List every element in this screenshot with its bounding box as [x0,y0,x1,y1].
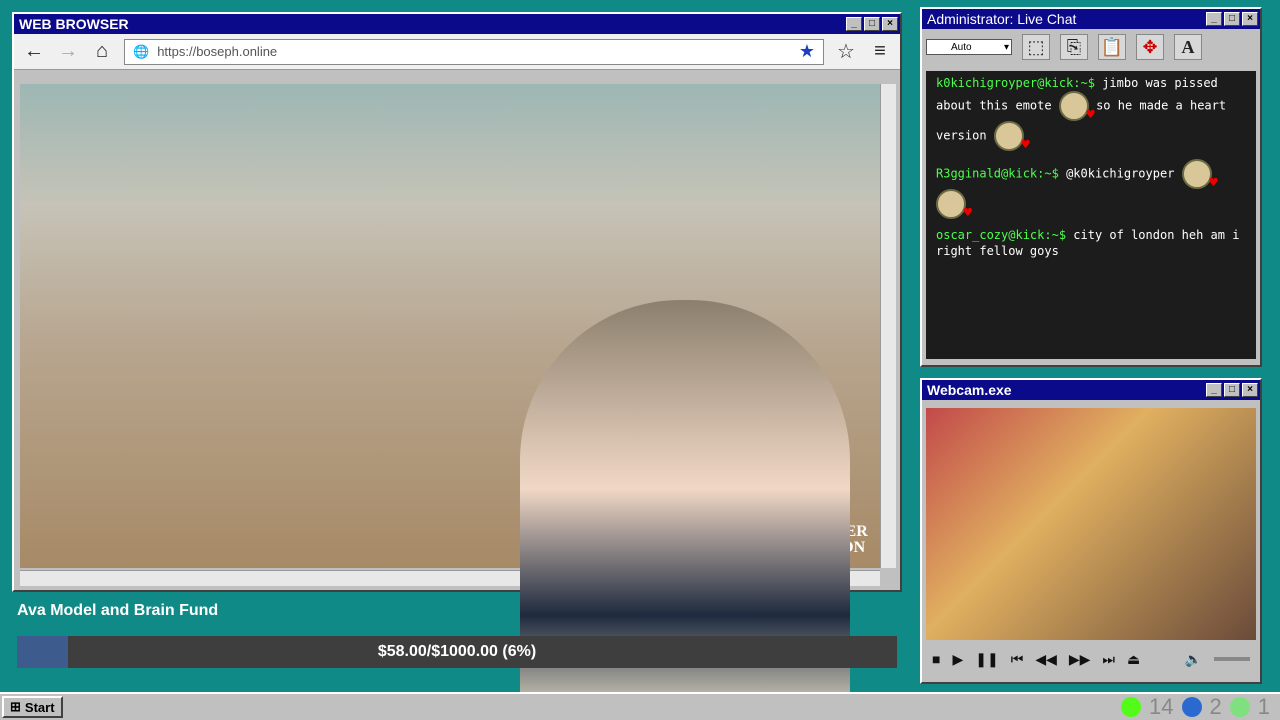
minimize-button[interactable]: _ [1206,383,1222,397]
paste-icon[interactable]: 📋 [1098,34,1126,60]
eject-icon[interactable]: ⏏ [1127,651,1140,668]
chat-message: R3gginald@kick:~$ @k0kichigroyper [936,159,1246,221]
volume-icon[interactable]: 🔈 [1185,651,1202,668]
webcam-titlebar[interactable]: Webcam.exe _ □ × [922,380,1260,400]
play-icon[interactable]: ▶ [952,651,963,668]
chat-toolbar: Auto ▾ ⬚ ⎘ 📋 ✥ A [922,29,1260,65]
chat-titlebar[interactable]: Administrator: Live Chat _ □ × [922,9,1260,29]
rewind-icon[interactable]: ◀◀ [1035,651,1057,668]
maximize-button[interactable]: □ [1224,12,1240,26]
skip-back-icon[interactable]: ⏮ [1011,651,1024,668]
tray-count-3: 1 [1257,694,1270,719]
font-size-select[interactable]: Auto ▾ [926,39,1012,55]
tray-count-2: 2 [1209,694,1222,719]
back-arrow-icon[interactable]: ← [22,40,46,63]
forward-arrow-icon[interactable]: → [56,40,80,63]
maximize-button[interactable]: □ [1224,383,1240,397]
heart-emote-icon [993,121,1030,153]
browser-title: WEB BROWSER [19,16,129,32]
favorites-star-icon[interactable]: ☆ [834,39,858,64]
browser-titlebar[interactable]: WEB BROWSER _ □ × [14,14,900,34]
fast-forward-icon[interactable]: ▶▶ [1069,651,1091,668]
url-input[interactable] [157,44,791,59]
minimize-button[interactable]: _ [1206,12,1222,26]
windows-logo-icon: ⊞ [10,699,21,714]
chat-messages[interactable]: k0kichigroyper@kick:~$ jimbo was pissed … [926,71,1256,359]
chat-window: Administrator: Live Chat _ □ × Auto ▾ ⬚ ⎘… [920,7,1262,367]
skip-forward-icon[interactable]: ⏭ [1102,651,1115,668]
heart-emote-icon [1181,159,1218,191]
font-icon[interactable]: A [1174,34,1202,60]
copy-icon[interactable]: ⎘ [1060,34,1088,60]
chat-title: Administrator: Live Chat [927,11,1077,27]
maximize-button[interactable]: □ [864,17,880,31]
home-icon[interactable]: ⌂ [90,40,114,63]
chat-username: R3gginald@kick:~$ [936,166,1059,181]
tray-count-1: 14 [1149,694,1174,719]
chat-text: @k0kichigroyper [1066,166,1175,181]
taskbar: ⊞ Start 14 2 1 [0,692,1280,720]
fund-label: Ava Model and Brain Fund [17,602,219,619]
chat-username: oscar_cozy@kick:~$ [936,228,1067,242]
play-circle-icon[interactable] [1229,697,1250,717]
moon-icon[interactable] [1181,697,1202,717]
webcam-feed [926,408,1256,640]
move-icon[interactable]: ✥ [1136,34,1164,60]
webcam-window: Webcam.exe _ □ × ■ ▶ ❚❚ ⏮ ◀◀ ▶▶ ⏭ ⏏ 🔈 [920,378,1262,684]
address-bar[interactable]: 🌐 ★ [124,38,824,65]
dropdown-arrow-icon: ▾ [1003,41,1009,53]
system-tray: 14 2 1 [1121,694,1278,720]
pause-icon[interactable]: ❚❚ [975,651,998,668]
kick-icon[interactable] [1121,697,1142,717]
select-icon[interactable]: ⬚ [1022,34,1050,60]
globe-icon: 🌐 [133,43,150,59]
start-label: Start [24,699,55,715]
stop-icon[interactable]: ■ [932,651,940,667]
webcam-title: Webcam.exe [927,382,1012,398]
vertical-scrollbar[interactable] [880,84,896,568]
browser-navbar: ← → ⌂ 🌐 ★ ☆ ≡ [14,34,900,70]
chat-message: k0kichigroyper@kick:~$ jimbo was pissed … [936,75,1246,153]
chat-username: k0kichigroyper@kick:~$ [936,76,1095,90]
volume-slider[interactable] [1214,657,1250,661]
emote-icon [1058,91,1095,123]
fund-progress-text: $58.00/$1000.00 (6%) [377,643,537,660]
chat-message: oscar_cozy@kick:~$ city of london heh am… [936,227,1246,259]
fund-progress-bar: $58.00/$1000.00 (6%) [17,636,897,668]
close-button[interactable]: × [882,17,898,31]
close-button[interactable]: × [1242,12,1258,26]
bookmark-star-icon[interactable]: ★ [799,41,815,62]
minimize-button[interactable]: _ [846,17,862,31]
close-button[interactable]: × [1242,383,1258,397]
start-button[interactable]: ⊞ Start [2,696,63,718]
menu-icon[interactable]: ≡ [868,40,892,63]
heart-emote-icon [936,189,972,221]
media-controls: ■ ▶ ❚❚ ⏮ ◀◀ ▶▶ ⏭ ⏏ 🔈 [932,646,1250,672]
